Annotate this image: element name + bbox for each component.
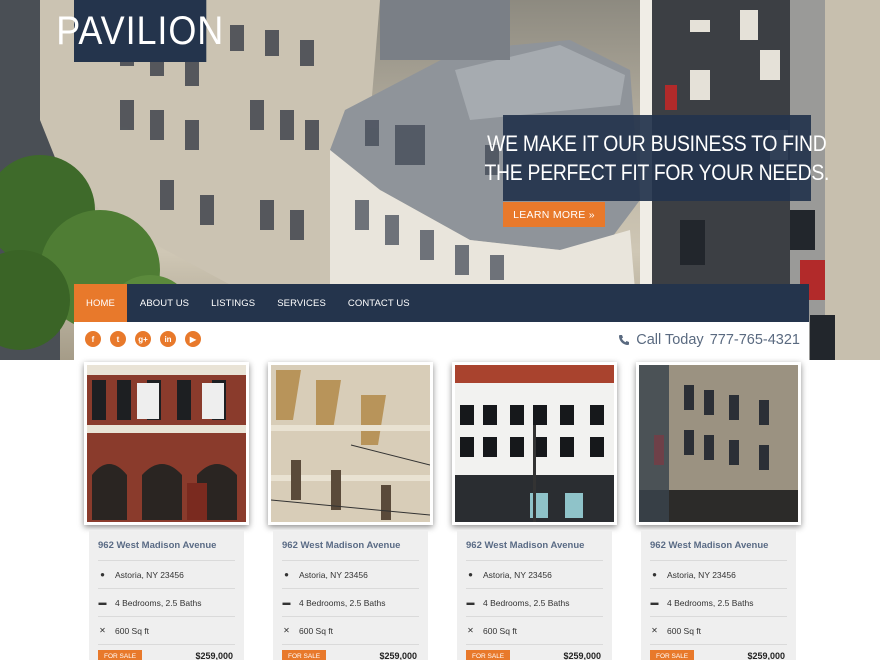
- google-plus-icon[interactable]: g+: [135, 331, 151, 347]
- for-sale-badge[interactable]: FOR SALE: [650, 649, 695, 660]
- facebook-icon[interactable]: f: [85, 331, 101, 347]
- logo-text: PAVILION: [56, 8, 225, 53]
- listing-footer: FOR SALE $259,000: [98, 645, 235, 660]
- listing-footer: FOR SALE $259,000: [650, 645, 787, 660]
- listing-info: 962 West Madison Avenue ● Astoria, NY 234…: [89, 531, 244, 660]
- content-panel: f t g+ in ▶ Call Today 777-765-4321 962 …: [74, 322, 809, 660]
- hero-headline-box: WE MAKE IT OUR BUSINESS TO FIND THE PERF…: [485, 115, 830, 201]
- expand-icon: ✕: [283, 626, 290, 635]
- bed-icon: ▬: [650, 598, 659, 607]
- listing-info: 962 West Madison Avenue ● Astoria, NY 234…: [641, 531, 796, 660]
- listing-area-row: ✕ 600 Sq ft: [282, 617, 419, 645]
- call-label: Call Today: [636, 332, 704, 348]
- nav-item-listings[interactable]: LISTINGS: [200, 284, 266, 322]
- listing-rooms-row: ▬ 4 Bedrooms, 2.5 Baths: [282, 589, 419, 617]
- listing-rooms-row: ▬ 4 Bedrooms, 2.5 Baths: [466, 589, 603, 617]
- listing-location: Astoria, NY 23456: [299, 569, 368, 580]
- hero-headline-line-1: WE MAKE IT OUR BUSINESS TO FIND: [487, 131, 827, 156]
- twitter-icon[interactable]: t: [110, 331, 126, 347]
- nav-item-about-us[interactable]: ABOUT US: [127, 284, 200, 322]
- listing-rooms: 4 Bedrooms, 2.5 Baths: [299, 597, 386, 608]
- listing-photo[interactable]: [636, 362, 801, 525]
- listing-info: 962 West Madison Avenue ● Astoria, NY 234…: [457, 531, 612, 660]
- globe-icon: ●: [100, 570, 105, 579]
- listing-location: Astoria, NY 23456: [667, 569, 736, 580]
- expand-icon: ✕: [99, 626, 106, 635]
- listing-location: Astoria, NY 23456: [115, 569, 184, 580]
- youtube-icon[interactable]: ▶: [185, 331, 201, 347]
- site-logo[interactable]: PAVILION: [56, 0, 223, 62]
- expand-icon: ✕: [651, 626, 658, 635]
- listing-price: $259,000: [379, 651, 417, 660]
- listing-price: $259,000: [195, 651, 233, 660]
- globe-icon: ●: [284, 570, 289, 579]
- phone-number[interactable]: 777-765-4321: [710, 332, 800, 348]
- main-nav: HOME ABOUT US LISTINGS SERVICES CONTACT …: [74, 284, 809, 322]
- listing-location-row: ● Astoria, NY 23456: [98, 561, 235, 589]
- learn-more-button[interactable]: LEARN MORE »: [503, 202, 605, 227]
- linkedin-icon[interactable]: in: [160, 331, 176, 347]
- listing-area: 600 Sq ft: [115, 625, 150, 636]
- listing-area-row: ✕ 600 Sq ft: [650, 617, 787, 645]
- listing-area-row: ✕ 600 Sq ft: [466, 617, 603, 645]
- for-sale-badge[interactable]: FOR SALE: [282, 649, 327, 660]
- listing-photo[interactable]: [268, 362, 433, 525]
- listing-price: $259,000: [747, 651, 785, 660]
- call-today: Call Today 777-765-4321: [618, 332, 800, 348]
- nav-item-contact-us[interactable]: CONTACT US: [337, 284, 421, 322]
- listing-title[interactable]: 962 West Madison Avenue: [282, 531, 419, 561]
- listing-photo[interactable]: [84, 362, 249, 525]
- bed-icon: ▬: [98, 598, 107, 607]
- listing-title[interactable]: 962 West Madison Avenue: [650, 531, 787, 561]
- listing-area: 600 Sq ft: [299, 625, 334, 636]
- listing-card[interactable]: 962 West Madison Avenue ● Astoria, NY 234…: [84, 362, 249, 660]
- nav-item-home[interactable]: HOME: [74, 284, 127, 322]
- listing-footer: FOR SALE $259,000: [282, 645, 419, 660]
- listing-rooms-row: ▬ 4 Bedrooms, 2.5 Baths: [98, 589, 235, 617]
- listing-photo[interactable]: [452, 362, 617, 525]
- listing-location: Astoria, NY 23456: [483, 569, 552, 580]
- globe-icon: ●: [652, 570, 657, 579]
- listing-location-row: ● Astoria, NY 23456: [650, 561, 787, 589]
- social-links: f t g+ in ▶: [85, 331, 201, 347]
- listing-cards: 962 West Madison Avenue ● Astoria, NY 234…: [84, 362, 801, 660]
- phone-icon: [619, 335, 630, 345]
- listing-rooms: 4 Bedrooms, 2.5 Baths: [483, 597, 570, 608]
- listing-rooms: 4 Bedrooms, 2.5 Baths: [667, 597, 754, 608]
- listing-title[interactable]: 962 West Madison Avenue: [98, 531, 235, 561]
- listing-price: $259,000: [563, 651, 601, 660]
- bed-icon: ▬: [282, 598, 291, 607]
- expand-icon: ✕: [467, 626, 474, 635]
- listing-area: 600 Sq ft: [483, 625, 518, 636]
- listing-card[interactable]: 962 West Madison Avenue ● Astoria, NY 234…: [452, 362, 617, 660]
- listing-area-row: ✕ 600 Sq ft: [98, 617, 235, 645]
- globe-icon: ●: [468, 570, 473, 579]
- listing-footer: FOR SALE $259,000: [466, 645, 603, 660]
- listing-rooms-row: ▬ 4 Bedrooms, 2.5 Baths: [650, 589, 787, 617]
- listing-info: 962 West Madison Avenue ● Astoria, NY 234…: [273, 531, 428, 660]
- nav-item-services[interactable]: SERVICES: [266, 284, 337, 322]
- listing-title[interactable]: 962 West Madison Avenue: [466, 531, 603, 561]
- for-sale-badge[interactable]: FOR SALE: [466, 649, 511, 660]
- listing-area: 600 Sq ft: [667, 625, 702, 636]
- listing-rooms: 4 Bedrooms, 2.5 Baths: [115, 597, 202, 608]
- listing-card[interactable]: 962 West Madison Avenue ● Astoria, NY 234…: [636, 362, 801, 660]
- bed-icon: ▬: [466, 598, 475, 607]
- listing-location-row: ● Astoria, NY 23456: [282, 561, 419, 589]
- listing-location-row: ● Astoria, NY 23456: [466, 561, 603, 589]
- listing-card[interactable]: 962 West Madison Avenue ● Astoria, NY 234…: [268, 362, 433, 660]
- for-sale-badge[interactable]: FOR SALE: [98, 649, 143, 660]
- hero-headline-line-2: THE PERFECT FIT FOR YOUR NEEDS.: [484, 160, 830, 185]
